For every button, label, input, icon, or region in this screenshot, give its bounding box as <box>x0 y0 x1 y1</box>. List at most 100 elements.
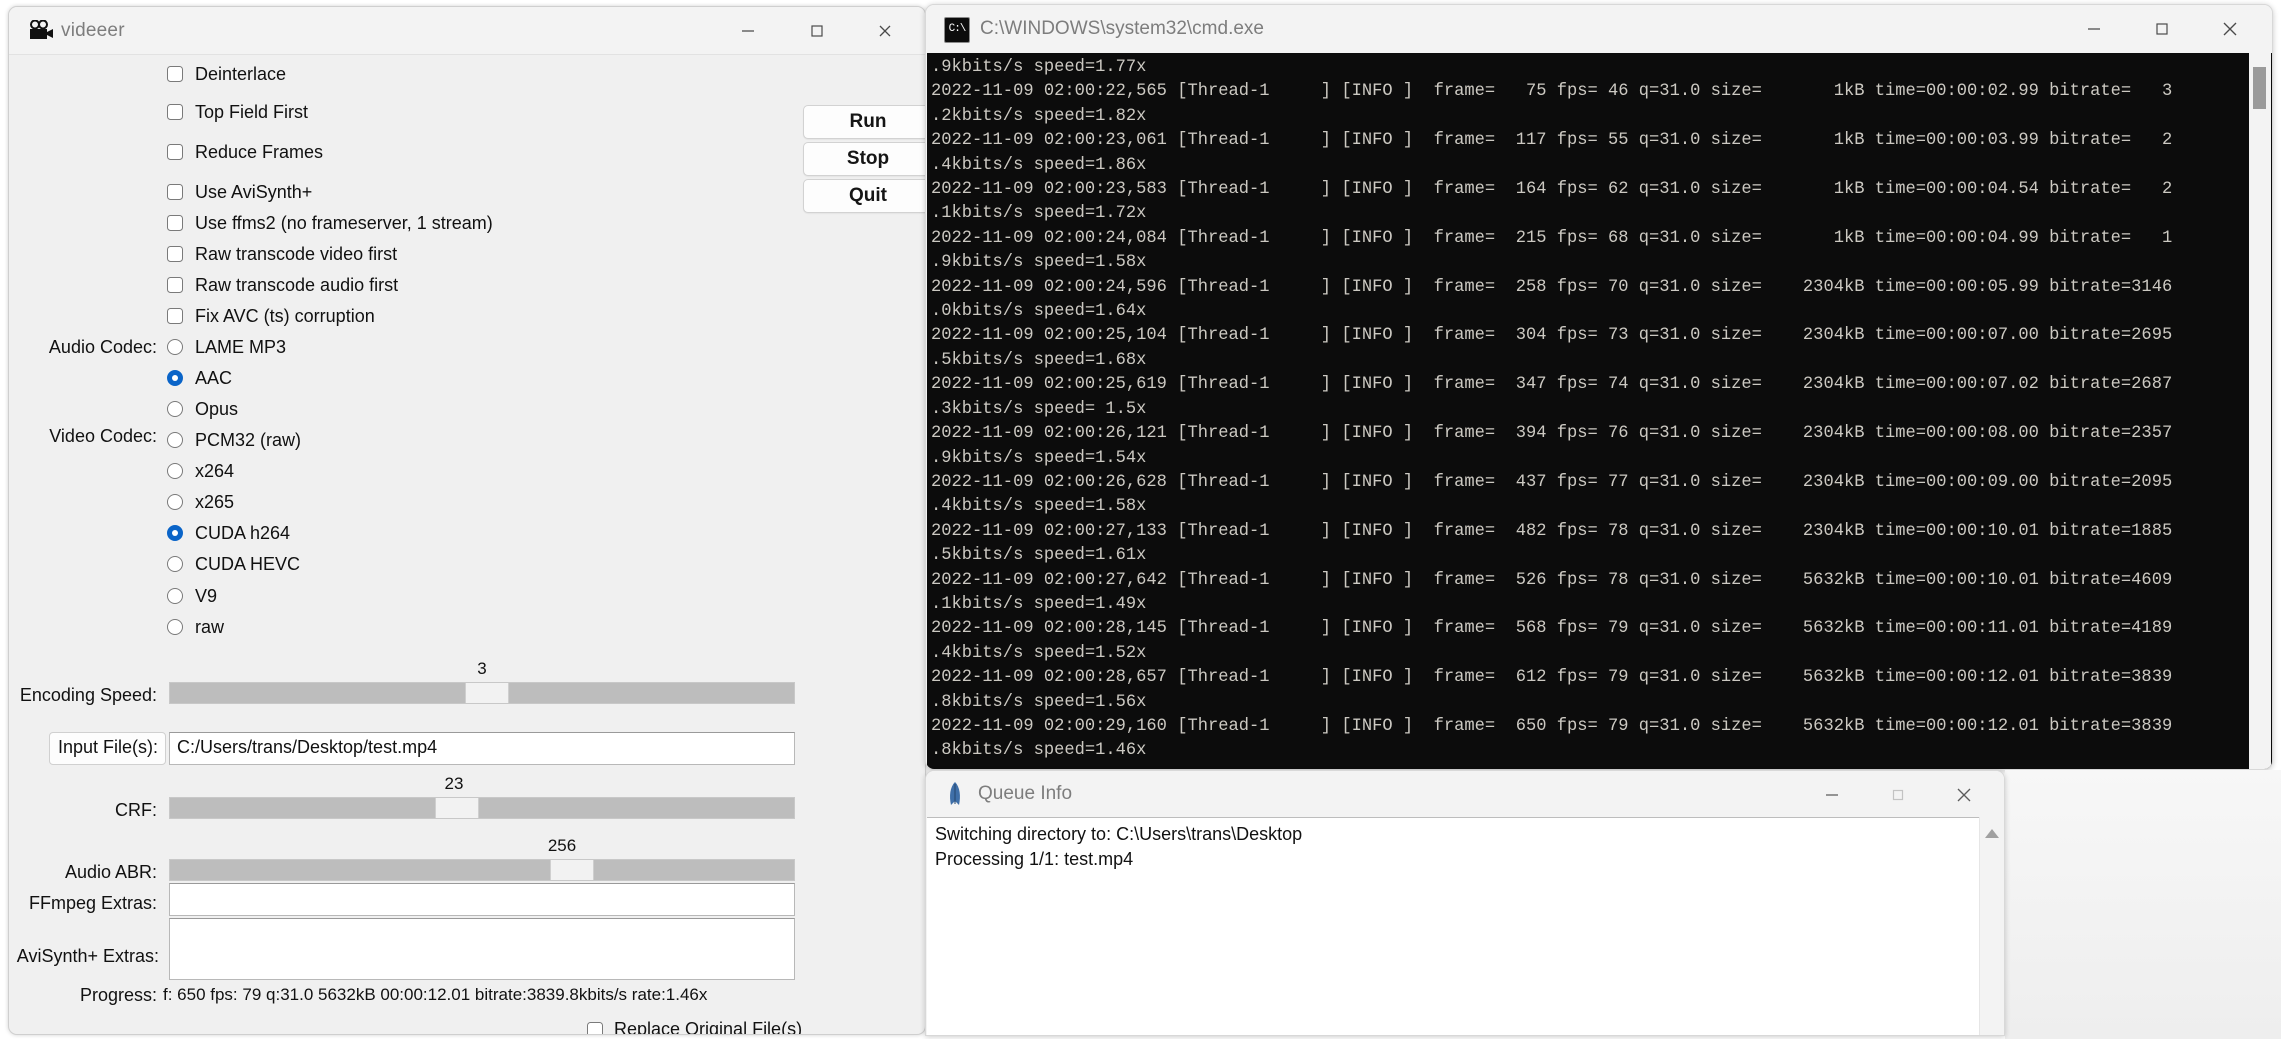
radio-circle <box>167 588 183 604</box>
radio-opus[interactable]: Opus <box>167 398 238 420</box>
videeer-window-title: videeer <box>61 20 125 41</box>
queue-minimize-button[interactable] <box>1800 771 1864 819</box>
checkbox-use-ffms2[interactable]: Use ffms2 (no frameserver, 1 stream) <box>167 212 493 234</box>
videeer-content: Deinterlace Top Field First Reduce Frame… <box>9 55 925 1035</box>
close-icon <box>2223 22 2237 36</box>
cmd-minimize-button[interactable] <box>2062 5 2126 53</box>
cmd-close-button[interactable] <box>2198 5 2262 53</box>
maximize-icon <box>1892 789 1904 801</box>
queue-maximize-button[interactable] <box>1866 771 1930 819</box>
checkbox-label: Raw transcode video first <box>195 243 398 264</box>
videeer-window: videeer Deinterlace Top Field First Redu… <box>8 6 926 1035</box>
crf-label: CRF: <box>115 800 157 820</box>
radio-circle <box>167 432 183 448</box>
audio-codec-label: Audio Codec: <box>48 337 157 357</box>
radio-label: V9 <box>195 585 218 606</box>
radio-raw[interactable]: raw <box>167 616 224 638</box>
radio-label: x265 <box>195 491 235 512</box>
checkbox-box <box>167 144 183 160</box>
radio-x264[interactable]: x264 <box>167 460 234 482</box>
close-icon <box>1957 788 1971 802</box>
radio-circle <box>167 556 183 572</box>
videeer-minimize-button[interactable] <box>716 7 780 55</box>
radio-label: LAME MP3 <box>195 336 287 357</box>
ffmpeg-extras-label: FFmpeg Extras: <box>28 893 157 913</box>
radio-aac[interactable]: AAC <box>167 367 232 389</box>
radio-lame-mp3[interactable]: LAME MP3 <box>167 336 286 358</box>
queue-close-button[interactable] <box>1932 771 1996 819</box>
cmd-scrollbar[interactable] <box>2249 53 2271 769</box>
avisynth-extras-field[interactable] <box>169 918 795 980</box>
slider-thumb[interactable] <box>550 860 594 880</box>
checkbox-box <box>587 1021 603 1034</box>
ffmpeg-extras-field[interactable] <box>169 883 795 916</box>
desktop-background <box>2005 770 2281 1039</box>
radio-pcm32-raw[interactable]: PCM32 (raw) <box>167 429 301 451</box>
checkbox-box <box>167 184 183 200</box>
radio-cuda-h264[interactable]: CUDA h264 <box>167 522 290 544</box>
cmd-maximize-button[interactable] <box>2130 5 2194 53</box>
queue-titlebar[interactable]: Queue Info <box>926 771 2004 817</box>
checkbox-reduce-frames[interactable]: Reduce Frames <box>167 141 323 163</box>
slider-thumb[interactable] <box>435 798 479 818</box>
close-icon <box>879 25 891 37</box>
run-button[interactable]: Run <box>803 105 925 139</box>
checkbox-box <box>167 104 183 120</box>
minimize-icon <box>1826 794 1838 796</box>
radio-circle <box>167 339 183 355</box>
videeer-titlebar[interactable]: videeer <box>9 7 925 55</box>
queue-window-title: Queue Info <box>978 783 1073 804</box>
radio-circle <box>167 619 183 635</box>
slider-thumb[interactable] <box>465 683 509 703</box>
videeer-maximize-button[interactable] <box>785 7 849 55</box>
checkbox-use-avisynth[interactable]: Use AviSynth+ <box>167 181 312 203</box>
queue-log-line: Processing 1/1: test.mp4 <box>935 849 1134 869</box>
radio-label: raw <box>195 616 225 637</box>
input-file-label[interactable]: Input File(s): <box>49 732 166 765</box>
checkbox-label: Top Field First <box>195 101 309 122</box>
checkbox-box <box>167 66 183 82</box>
crf-value: 23 <box>444 774 464 793</box>
checkbox-replace-original-files[interactable]: Replace Original File(s) <box>587 1019 803 1035</box>
videeer-close-button[interactable] <box>853 7 917 55</box>
radio-circle <box>167 401 183 417</box>
checkbox-label: Reduce Frames <box>195 141 324 162</box>
minimize-icon <box>742 30 754 32</box>
cmd-console-output[interactable]: .9kbits/s speed=1.77x 2022-11-09 02:00:2… <box>927 53 2272 769</box>
checkbox-label: Replace Original File(s) <box>614 1019 803 1035</box>
crf-slider[interactable] <box>169 797 795 819</box>
queue-log-area[interactable]: Switching directory to: C:\Users\trans\D… <box>927 817 1981 1035</box>
encoding-speed-slider[interactable] <box>169 682 795 704</box>
queue-log-line: Switching directory to: C:\Users\trans\D… <box>935 824 1303 844</box>
checkbox-raw-transcode-video-first[interactable]: Raw transcode video first <box>167 243 397 265</box>
encoding-speed-label: Encoding Speed: <box>19 685 157 705</box>
radio-circle <box>167 463 183 479</box>
input-file-field[interactable]: C:/Users/trans/Desktop/test.mp4 <box>169 732 795 765</box>
cmd-titlebar[interactable]: C:\ C:\WINDOWS\system32\cmd.exe <box>926 5 2272 53</box>
audio-abr-label: Audio ABR: <box>64 862 157 882</box>
stop-button[interactable]: Stop <box>803 142 925 176</box>
radio-cuda-hevc[interactable]: CUDA HEVC <box>167 553 300 575</box>
radio-label: PCM32 (raw) <box>195 429 302 450</box>
radio-circle-selected <box>167 525 183 541</box>
cmd-scrollbar-thumb[interactable] <box>2253 67 2266 109</box>
cmd-window-title: C:\WINDOWS\system32\cmd.exe <box>980 18 1264 39</box>
checkbox-raw-transcode-audio-first[interactable]: Raw transcode audio first <box>167 274 398 296</box>
avisynth-extras-label: AviSynth+ Extras: <box>16 946 159 966</box>
scroll-up-arrow-icon[interactable] <box>1984 829 1999 838</box>
audio-abr-slider[interactable] <box>169 859 795 881</box>
queue-info-window: Queue Info Switching directory to: C:\Us… <box>925 770 2005 1036</box>
radio-v9[interactable]: V9 <box>167 585 217 607</box>
quit-button[interactable]: Quit <box>803 179 925 213</box>
checkbox-deinterlace[interactable]: Deinterlace <box>167 63 286 85</box>
queue-scrollbar[interactable] <box>1979 817 2003 1035</box>
radio-circle <box>167 494 183 510</box>
checkbox-fix-avc-corruption[interactable]: Fix AVC (ts) corruption <box>167 305 375 327</box>
checkbox-label: Fix AVC (ts) corruption <box>195 305 375 326</box>
radio-x265[interactable]: x265 <box>167 491 234 513</box>
checkbox-box <box>167 277 183 293</box>
radio-circle-selected <box>167 370 183 386</box>
checkbox-top-field-first[interactable]: Top Field First <box>167 101 308 123</box>
checkbox-label: Deinterlace <box>195 63 287 84</box>
checkbox-box <box>167 308 183 324</box>
